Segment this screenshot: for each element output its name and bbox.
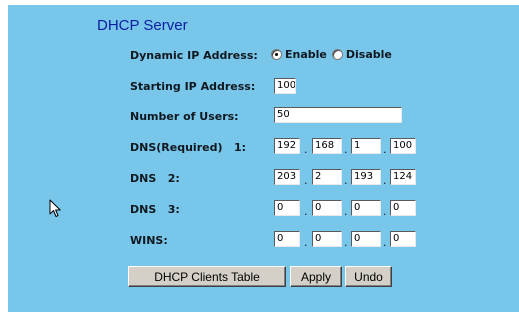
num-users-label: Number of Users: (130, 110, 239, 123)
undo-button[interactable]: Undo (345, 266, 392, 287)
dns1-octet-2[interactable]: 168 (312, 138, 342, 154)
dns2-octet-4[interactable]: 124 (390, 169, 416, 185)
wins-label: WINS: (130, 234, 168, 247)
mouse-pointer-icon (49, 199, 61, 217)
wins-octet-3[interactable]: 0 (351, 231, 381, 247)
disable-radio-label[interactable]: Disable (346, 48, 392, 61)
dns2-octet-2[interactable]: 2 (312, 169, 342, 185)
dynamic-ip-radio-group: Enable Disable (271, 46, 397, 62)
disable-radio[interactable] (331, 48, 343, 60)
wins-octet-1[interactable]: 0 (274, 231, 300, 247)
apply-button[interactable]: Apply (290, 266, 342, 287)
num-users-input[interactable]: 50 (274, 107, 402, 123)
wins-octet-4[interactable]: 0 (390, 231, 416, 247)
dns3-octet-4[interactable]: 0 (390, 200, 416, 216)
dns2-label: DNS 2: (130, 172, 180, 185)
octet-dot: . (304, 174, 308, 187)
dns1-octet-1[interactable]: 192 (274, 138, 300, 154)
dns1-octet-4[interactable]: 100 (390, 138, 416, 154)
dns2-octet-1[interactable]: 203 (274, 169, 300, 185)
enable-radio[interactable] (271, 48, 282, 60)
octet-dot: . (304, 205, 308, 218)
dhcp-clients-table-button[interactable]: DHCP Clients Table (128, 266, 286, 287)
starting-ip-label: Starting IP Address: (130, 80, 256, 93)
dns3-octet-2[interactable]: 0 (312, 200, 342, 216)
octet-dot: . (344, 236, 348, 249)
octet-dot: . (304, 236, 308, 249)
octet-dot: . (383, 236, 387, 249)
octet-dot: . (344, 174, 348, 187)
octet-dot: . (344, 143, 348, 156)
dns1-octet-3[interactable]: 1 (351, 138, 381, 154)
octet-dot: . (304, 143, 308, 156)
enable-radio-label[interactable]: Enable (285, 48, 327, 61)
wins-octet-2[interactable]: 0 (312, 231, 342, 247)
dns2-octet-3[interactable]: 193 (351, 169, 381, 185)
octet-dot: . (383, 143, 387, 156)
octet-dot: . (383, 205, 387, 218)
dns1-label: DNS(Required) 1: (130, 141, 247, 154)
dns3-octet-1[interactable]: 0 (274, 200, 300, 216)
dns3-octet-3[interactable]: 0 (351, 200, 381, 216)
section-title: DHCP Server (97, 17, 188, 34)
octet-dot: . (344, 205, 348, 218)
dynamic-ip-label: Dynamic IP Address: (130, 49, 258, 62)
octet-dot: . (383, 174, 387, 187)
starting-ip-input[interactable]: 100 (274, 78, 296, 94)
dns3-label: DNS 3: (130, 203, 180, 216)
